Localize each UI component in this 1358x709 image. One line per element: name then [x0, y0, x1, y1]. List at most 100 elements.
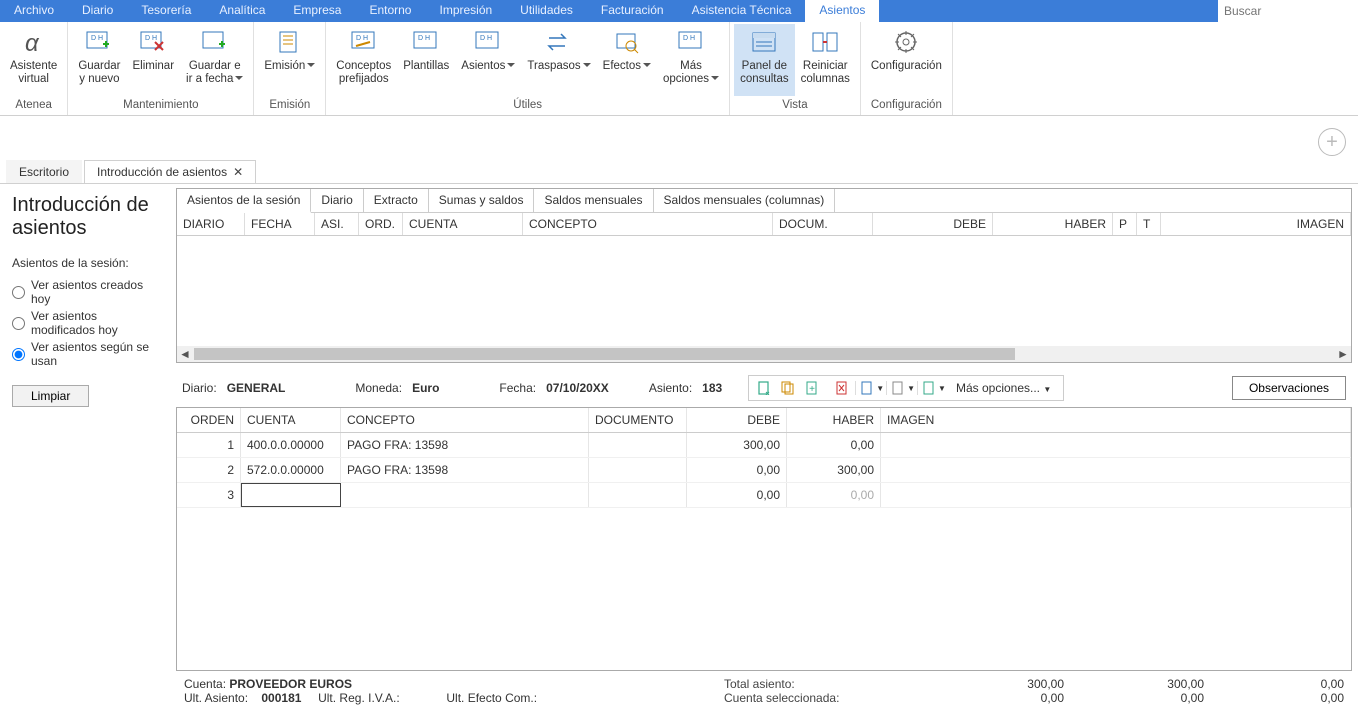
menu-tesorería[interactable]: Tesorería	[127, 0, 205, 22]
ribbon-btn-traspasos[interactable]: Traspasos	[521, 24, 596, 96]
col-haber[interactable]: HABER	[787, 408, 881, 432]
scroll-track[interactable]	[194, 348, 1334, 360]
col-imagen[interactable]: IMAGEN	[881, 408, 1351, 432]
session-col-p[interactable]: P	[1113, 213, 1137, 235]
subtab-saldos-mensuales[interactable]: Saldos mensuales	[534, 189, 653, 212]
menu-asientos[interactable]: Asientos	[805, 0, 879, 22]
menu-facturación[interactable]: Facturación	[587, 0, 678, 22]
tab-escritorio[interactable]: Escritorio	[6, 160, 82, 183]
session-col-t[interactable]: T	[1137, 213, 1161, 235]
more-options-dropdown[interactable]: Más opciones... ▼	[948, 381, 1059, 395]
tool-doc3-dropdown[interactable]: ▼	[917, 381, 946, 395]
ribbon-btn-más[interactable]: D HMás opciones	[657, 24, 725, 96]
ribbon-btn-conceptos[interactable]: D HConceptos prefijados	[330, 24, 397, 96]
col-debe[interactable]: DEBE	[687, 408, 787, 432]
cell-cuenta[interactable]: 400.0.0.00000	[241, 433, 341, 457]
svg-text:D H: D H	[683, 35, 695, 42]
session-col-docum.[interactable]: DOCUM.	[773, 213, 873, 235]
ribbon-btn-guardar[interactable]: D HGuardar y nuevo	[72, 24, 126, 96]
cell-haber[interactable]: 300,00	[787, 458, 881, 482]
entry-row[interactable]: 1400.0.0.00000PAGO FRA: 13598 300,000,00	[177, 433, 1351, 458]
session-col-cuenta[interactable]: CUENTA	[403, 213, 523, 235]
cell-debe[interactable]: 300,00	[687, 433, 787, 457]
session-filter-option-1[interactable]: Ver asientos modificados hoy	[12, 309, 164, 337]
ribbon-btn-plantillas[interactable]: D HPlantillas	[397, 24, 455, 96]
search-input[interactable]	[1218, 0, 1358, 22]
cell-concepto[interactable]: PAGO FRA: 13598	[341, 458, 589, 482]
cell-concepto[interactable]: PAGO FRA: 13598	[341, 433, 589, 457]
ribbon-btn-asientos[interactable]: D HAsientos	[455, 24, 521, 96]
radio-input[interactable]	[12, 348, 25, 361]
cell-concepto[interactable]	[341, 483, 589, 507]
session-col-concepto[interactable]: CONCEPTO	[523, 213, 773, 235]
radio-input[interactable]	[12, 317, 25, 330]
cell-imagen[interactable]	[881, 433, 1351, 457]
col-documento[interactable]: DOCUMENTO	[589, 408, 687, 432]
menu-empresa[interactable]: Empresa	[279, 0, 355, 22]
session-filter-option-0[interactable]: Ver asientos creados hoy	[12, 278, 164, 306]
session-col-asi.[interactable]: ASI.	[315, 213, 359, 235]
subtab-sumas-y-saldos[interactable]: Sumas y saldos	[429, 189, 535, 212]
session-filter-option-2[interactable]: Ver asientos según se usan	[12, 340, 164, 368]
col-orden[interactable]: ORDEN	[177, 408, 241, 432]
menu-asistencia técnica[interactable]: Asistencia Técnica	[678, 0, 806, 22]
col-cuenta[interactable]: CUENTA	[241, 408, 341, 432]
cell-imagen[interactable]	[881, 458, 1351, 482]
ribbon-btn-guardar-e[interactable]: Guardar e ir a fecha	[180, 24, 249, 96]
col-concepto[interactable]: CONCEPTO	[341, 408, 589, 432]
radio-input[interactable]	[12, 286, 25, 299]
menu-archivo[interactable]: Archivo	[0, 0, 68, 22]
cell-cuenta[interactable]: 572.0.0.00000	[241, 458, 341, 482]
ribbon-btn-reiniciar[interactable]: Reiniciar columnas	[795, 24, 856, 96]
tool-new-icon[interactable]	[753, 378, 775, 398]
cell-debe[interactable]: 0,00	[687, 458, 787, 482]
tab-introducción-de-asientos[interactable]: Introducción de asientos✕	[84, 160, 256, 183]
session-col-ord.[interactable]: ORD.	[359, 213, 403, 235]
cell-haber[interactable]: 0,00	[787, 433, 881, 457]
cell-cuenta[interactable]	[241, 483, 341, 507]
cell-documento[interactable]	[589, 483, 687, 507]
tool-add-icon[interactable]: +	[801, 378, 823, 398]
ribbon-btn-panel-de[interactable]: Panel de consultas	[734, 24, 795, 96]
ribbon-btn-configuración[interactable]: Configuración	[865, 24, 948, 96]
tool-doc1-dropdown[interactable]: ▼	[855, 381, 884, 395]
scroll-left-icon[interactable]: ◄	[177, 346, 193, 362]
menu-entorno[interactable]: Entorno	[355, 0, 425, 22]
cell-haber[interactable]: 0,00	[787, 483, 881, 507]
menu-impresión[interactable]: Impresión	[425, 0, 506, 22]
horizontal-scrollbar[interactable]: ◄ ►	[177, 346, 1351, 362]
menu-analítica[interactable]: Analítica	[205, 0, 279, 22]
tool-delete-icon[interactable]	[831, 378, 853, 398]
session-col-fecha[interactable]: FECHA	[245, 213, 315, 235]
subtab-asientos-de-la-sesión[interactable]: Asientos de la sesión	[177, 189, 311, 213]
session-col-diario[interactable]: DIARIO	[177, 213, 245, 235]
session-grid-body[interactable]	[177, 236, 1351, 346]
cell-orden: 1	[177, 433, 241, 457]
scroll-right-icon[interactable]: ►	[1335, 346, 1351, 362]
entry-grid-empty[interactable]	[177, 508, 1351, 670]
menu-utilidades[interactable]: Utilidades	[506, 0, 587, 22]
session-col-haber[interactable]: HABER	[993, 213, 1113, 235]
add-tab-button[interactable]: +	[1318, 128, 1346, 156]
ribbon-btn-emisión[interactable]: Emisión	[258, 24, 321, 96]
subtab-extracto[interactable]: Extracto	[364, 189, 429, 212]
close-icon[interactable]: ✕	[233, 165, 243, 179]
session-col-debe[interactable]: DEBE	[873, 213, 993, 235]
ribbon-btn-eliminar[interactable]: D HEliminar	[127, 24, 181, 96]
entry-row[interactable]: 2572.0.0.00000PAGO FRA: 135980,00300,00	[177, 458, 1351, 483]
subtab-saldos-mensuales-(columnas)[interactable]: Saldos mensuales (columnas)	[654, 189, 836, 212]
observaciones-button[interactable]: Observaciones	[1232, 376, 1346, 400]
tool-copy-icon[interactable]	[777, 378, 799, 398]
cell-debe[interactable]: 0,00	[687, 483, 787, 507]
session-col-imagen[interactable]: IMAGEN	[1161, 213, 1351, 235]
ribbon-btn-asistente[interactable]: αAsistente virtual	[4, 24, 63, 96]
menu-diario[interactable]: Diario	[68, 0, 127, 22]
subtab-diario[interactable]: Diario	[311, 189, 363, 212]
entry-row[interactable]: 30,000,00	[177, 483, 1351, 508]
tool-doc2-dropdown[interactable]: ▼	[886, 381, 915, 395]
cell-imagen[interactable]	[881, 483, 1351, 507]
clear-button[interactable]: Limpiar	[12, 385, 89, 407]
cell-documento[interactable]	[589, 458, 687, 482]
cell-documento[interactable]	[589, 433, 687, 457]
ribbon-btn-efectos[interactable]: Efectos	[597, 24, 657, 96]
